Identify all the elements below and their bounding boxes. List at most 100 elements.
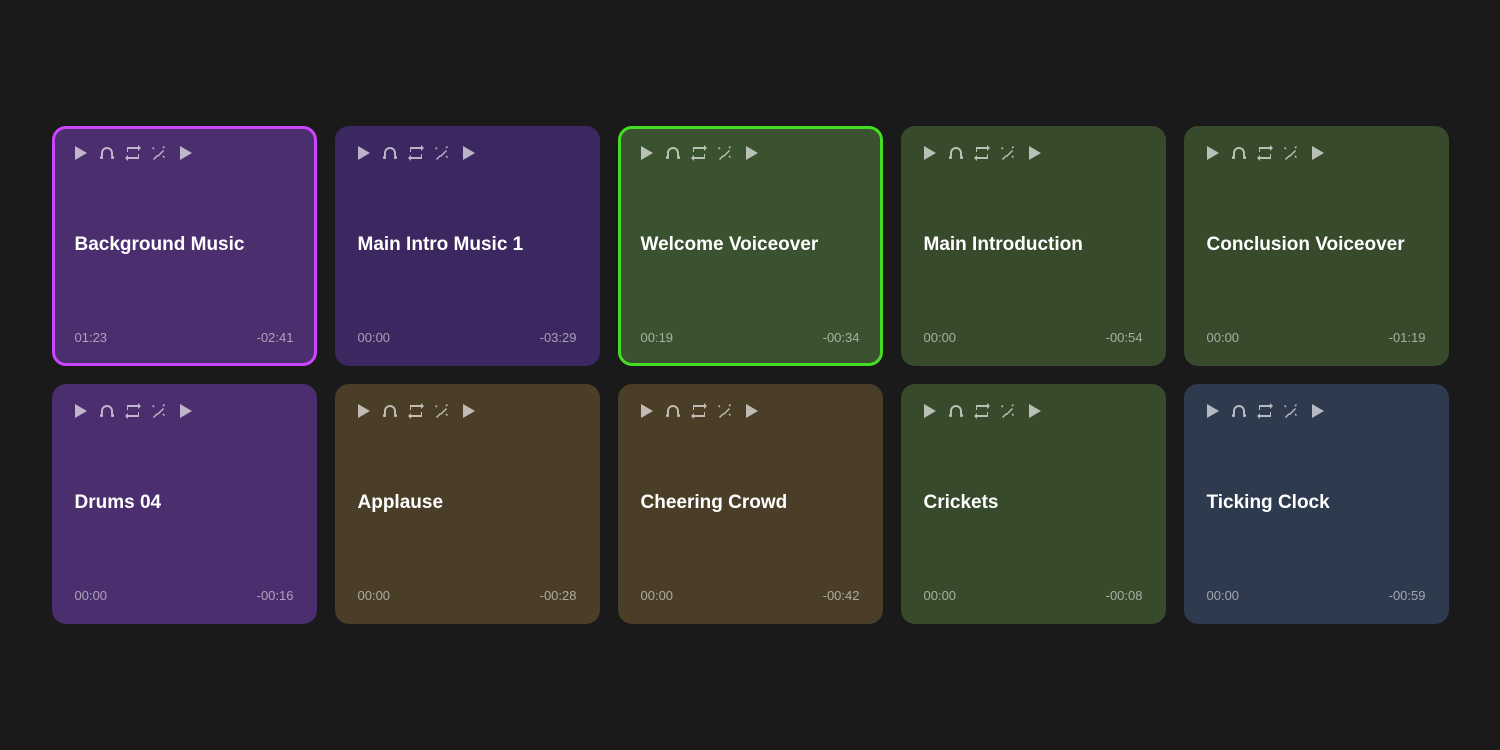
audio-card-crickets[interactable]: Crickets 00:00 -00:08 bbox=[901, 384, 1166, 624]
card-time-row: 00:00 -00:54 bbox=[922, 330, 1145, 345]
headphones-icon[interactable] bbox=[1231, 403, 1247, 419]
headphones-icon[interactable] bbox=[99, 403, 115, 419]
play-icon[interactable] bbox=[460, 145, 476, 161]
card-time-left: 00:00 bbox=[924, 588, 957, 603]
play-icon[interactable] bbox=[1026, 145, 1042, 161]
card-time-row: 00:19 -00:34 bbox=[639, 330, 862, 345]
play-icon[interactable] bbox=[743, 145, 759, 161]
card-time-left: 01:23 bbox=[75, 330, 108, 345]
headphones-icon[interactable] bbox=[665, 145, 681, 161]
audio-card-drums-04[interactable]: Drums 04 00:00 -00:16 bbox=[52, 384, 317, 624]
card-time-row: 00:00 -00:59 bbox=[1205, 588, 1428, 603]
audio-card-background-music[interactable]: Background Music 01:23 -02:41 bbox=[52, 126, 317, 366]
play-icon[interactable] bbox=[177, 145, 193, 161]
magic-icon[interactable] bbox=[1283, 145, 1299, 161]
rewind-icon[interactable] bbox=[922, 145, 938, 161]
headphones-icon[interactable] bbox=[1231, 145, 1247, 161]
card-icons-row bbox=[922, 403, 1145, 419]
rewind-icon[interactable] bbox=[356, 145, 372, 161]
card-icons-row bbox=[1205, 145, 1428, 161]
audio-card-cheering-crowd[interactable]: Cheering Crowd 00:00 -00:42 bbox=[618, 384, 883, 624]
card-title: Main Intro Music 1 bbox=[356, 161, 579, 330]
card-time-row: 00:00 -00:08 bbox=[922, 588, 1145, 603]
card-icons-row bbox=[356, 145, 579, 161]
repeat-icon[interactable] bbox=[125, 145, 141, 161]
audio-grid: Background Music 01:23 -02:41 Main Intro… bbox=[12, 86, 1489, 664]
magic-icon[interactable] bbox=[1000, 145, 1016, 161]
card-time-left: 00:00 bbox=[924, 330, 957, 345]
magic-icon[interactable] bbox=[1283, 403, 1299, 419]
card-icons-row bbox=[356, 403, 579, 419]
repeat-icon[interactable] bbox=[974, 403, 990, 419]
play-icon[interactable] bbox=[177, 403, 193, 419]
headphones-icon[interactable] bbox=[382, 145, 398, 161]
audio-card-main-introduction[interactable]: Main Introduction 00:00 -00:54 bbox=[901, 126, 1166, 366]
card-time-row: 00:00 -00:42 bbox=[639, 588, 862, 603]
play-icon[interactable] bbox=[1026, 403, 1042, 419]
card-icons-row bbox=[73, 145, 296, 161]
repeat-icon[interactable] bbox=[1257, 145, 1273, 161]
card-time-left: 00:00 bbox=[358, 330, 391, 345]
play-icon[interactable] bbox=[743, 403, 759, 419]
card-time-row: 00:00 -00:16 bbox=[73, 588, 296, 603]
card-time-right: -02:41 bbox=[257, 330, 294, 345]
card-time-row: 01:23 -02:41 bbox=[73, 330, 296, 345]
headphones-icon[interactable] bbox=[382, 403, 398, 419]
rewind-icon[interactable] bbox=[356, 403, 372, 419]
card-icons-row bbox=[639, 145, 862, 161]
audio-card-main-intro-music-1[interactable]: Main Intro Music 1 00:00 -03:29 bbox=[335, 126, 600, 366]
card-time-right: -00:42 bbox=[823, 588, 860, 603]
card-time-right: -00:54 bbox=[1106, 330, 1143, 345]
card-icons-row bbox=[73, 403, 296, 419]
card-time-right: -00:34 bbox=[823, 330, 860, 345]
rewind-icon[interactable] bbox=[639, 145, 655, 161]
audio-card-conclusion-voiceover[interactable]: Conclusion Voiceover 00:00 -01:19 bbox=[1184, 126, 1449, 366]
audio-card-welcome-voiceover[interactable]: Welcome Voiceover 00:19 -00:34 bbox=[618, 126, 883, 366]
rewind-icon[interactable] bbox=[73, 403, 89, 419]
card-title: Applause bbox=[356, 419, 579, 588]
card-icons-row bbox=[1205, 403, 1428, 419]
card-title: Crickets bbox=[922, 419, 1145, 588]
card-title: Drums 04 bbox=[73, 419, 296, 588]
magic-icon[interactable] bbox=[717, 403, 733, 419]
card-time-right: -00:59 bbox=[1389, 588, 1426, 603]
play-icon[interactable] bbox=[1309, 403, 1325, 419]
repeat-icon[interactable] bbox=[408, 145, 424, 161]
magic-icon[interactable] bbox=[717, 145, 733, 161]
card-time-row: 00:00 -00:28 bbox=[356, 588, 579, 603]
play-icon[interactable] bbox=[1309, 145, 1325, 161]
audio-card-applause[interactable]: Applause 00:00 -00:28 bbox=[335, 384, 600, 624]
rewind-icon[interactable] bbox=[922, 403, 938, 419]
magic-icon[interactable] bbox=[434, 145, 450, 161]
card-time-right: -03:29 bbox=[540, 330, 577, 345]
headphones-icon[interactable] bbox=[99, 145, 115, 161]
card-time-right: -01:19 bbox=[1389, 330, 1426, 345]
card-time-left: 00:00 bbox=[358, 588, 391, 603]
repeat-icon[interactable] bbox=[125, 403, 141, 419]
repeat-icon[interactable] bbox=[691, 145, 707, 161]
card-time-right: -00:08 bbox=[1106, 588, 1143, 603]
rewind-icon[interactable] bbox=[1205, 403, 1221, 419]
audio-card-ticking-clock[interactable]: Ticking Clock 00:00 -00:59 bbox=[1184, 384, 1449, 624]
headphones-icon[interactable] bbox=[948, 403, 964, 419]
repeat-icon[interactable] bbox=[691, 403, 707, 419]
card-title: Welcome Voiceover bbox=[639, 161, 862, 330]
headphones-icon[interactable] bbox=[948, 145, 964, 161]
card-time-left: 00:00 bbox=[75, 588, 108, 603]
magic-icon[interactable] bbox=[434, 403, 450, 419]
magic-icon[interactable] bbox=[1000, 403, 1016, 419]
repeat-icon[interactable] bbox=[408, 403, 424, 419]
repeat-icon[interactable] bbox=[974, 145, 990, 161]
play-icon[interactable] bbox=[460, 403, 476, 419]
rewind-icon[interactable] bbox=[73, 145, 89, 161]
magic-icon[interactable] bbox=[151, 145, 167, 161]
card-time-row: 00:00 -01:19 bbox=[1205, 330, 1428, 345]
card-icons-row bbox=[639, 403, 862, 419]
repeat-icon[interactable] bbox=[1257, 403, 1273, 419]
card-time-right: -00:16 bbox=[257, 588, 294, 603]
magic-icon[interactable] bbox=[151, 403, 167, 419]
rewind-icon[interactable] bbox=[639, 403, 655, 419]
headphones-icon[interactable] bbox=[665, 403, 681, 419]
rewind-icon[interactable] bbox=[1205, 145, 1221, 161]
card-time-row: 00:00 -03:29 bbox=[356, 330, 579, 345]
